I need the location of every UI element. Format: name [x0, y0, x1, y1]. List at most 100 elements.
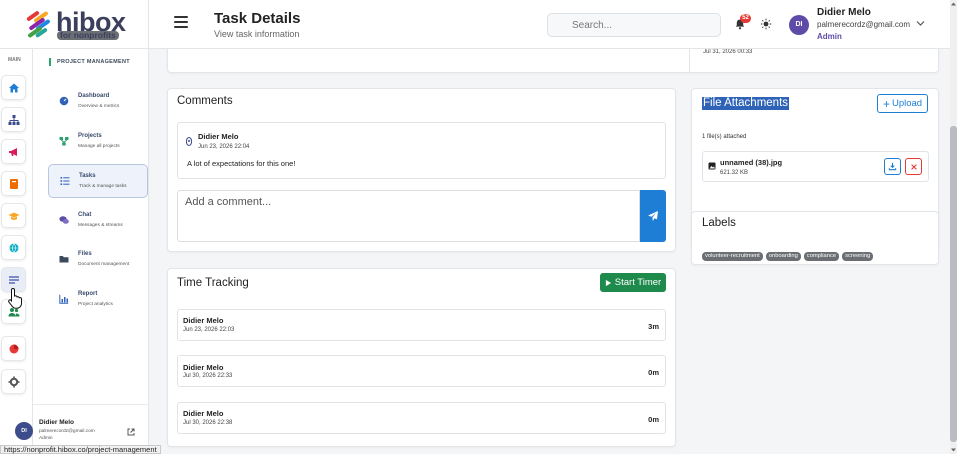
file-size: 621.32 KB — [720, 170, 749, 176]
sidebar-item-dashboard[interactable]: Dashboard Overview & metrics — [48, 85, 148, 119]
hibox-logo[interactable]: hibox for nonprofits — [22, 7, 132, 41]
sidebar-item-title: Chat — [78, 212, 92, 218]
time-entry-row: Didier Melo Jun 23, 2026 22:03 3m — [177, 309, 666, 341]
time-entry-row: Didier Melo Jul 30, 2026 22:38 0m — [177, 402, 666, 434]
rail-sitemap-button[interactable] — [1, 107, 26, 132]
download-icon — [888, 162, 897, 171]
external-link-icon[interactable] — [127, 428, 135, 436]
time-entry-date: Jun 23, 2026 22:03 — [183, 327, 235, 333]
file-attachments-title: File Attachments — [702, 97, 790, 110]
sidebar-item-tasks[interactable]: Tasks Track & manage tasks — [48, 164, 148, 198]
hamburger-menu-icon[interactable] — [174, 16, 188, 30]
delete-file-button[interactable] — [905, 158, 922, 175]
theme-toggle-icon[interactable] — [760, 18, 772, 30]
hand-cursor-icon — [8, 287, 22, 309]
time-tracking-title: Time Tracking — [177, 277, 249, 289]
time-entry-duration: 0m — [648, 415, 659, 424]
rail-library-button[interactable] — [1, 171, 26, 196]
footer-avatar[interactable]: DI — [15, 422, 33, 440]
scroll-down-arrow-icon[interactable] — [950, 446, 957, 454]
folder-icon — [59, 256, 69, 263]
time-tracking-card: Time Tracking Didier Melo Jun 23, 2026 2… — [167, 268, 676, 447]
kanban-icon — [8, 275, 19, 284]
footer-user-name: Didier Melo — [39, 419, 75, 426]
paper-plane-icon — [648, 211, 658, 221]
page-title: Task Details — [214, 10, 301, 27]
time-entry-user: Didier Melo — [183, 363, 224, 372]
sidebar-item-title: Files — [78, 251, 92, 257]
upload-button[interactable]: + Upload — [877, 94, 928, 113]
sidebar-item-files[interactable]: Files Document management — [48, 243, 148, 277]
label-tag: onboarding — [765, 252, 801, 261]
start-timer-label: Start Timer — [614, 277, 662, 288]
file-name[interactable]: unnamed (38).jpg — [720, 158, 782, 167]
label-list: volunteer-recruitment onboarding complianc… — [702, 244, 876, 262]
bar-chart-icon — [59, 294, 69, 304]
sidebar-item-subtitle: Messages & streams — [78, 223, 123, 228]
sidebar-item-title: Projects — [78, 133, 102, 139]
search-input[interactable] — [547, 13, 721, 37]
rail-settings-button[interactable] — [1, 369, 26, 394]
time-entry-user: Didier Melo — [183, 316, 224, 325]
time-entry-date: Jul 30, 2026 22:38 — [183, 420, 233, 426]
time-entry-duration: 0m — [648, 368, 659, 377]
checklist-icon — [60, 177, 70, 185]
labels-card: Labels volunteer-recruitment onboarding co… — [691, 211, 939, 265]
user-avatar[interactable]: DI — [789, 15, 809, 35]
label-tag: screening — [842, 252, 874, 261]
comment-author: Didier Melo — [198, 132, 239, 141]
rail-training-button[interactable] — [1, 203, 26, 228]
sidebar-item-chat[interactable]: Chat Messages & streams — [48, 204, 148, 238]
label-tag: compliance — [803, 252, 840, 261]
time-entry-row: Didier Melo Jul 30, 2026 22:33 0m — [177, 355, 666, 387]
globe-icon — [9, 242, 18, 253]
sidebar-item-subtitle: Manage all projects — [78, 144, 120, 149]
chevron-down-icon[interactable] — [916, 20, 925, 27]
comment-input[interactable] — [177, 190, 640, 242]
sidebar-item-subtitle: Project analytics — [78, 302, 113, 307]
rail-reports-button[interactable] — [1, 336, 26, 361]
start-timer-button[interactable]: Start Timer — [600, 273, 666, 292]
rail-campaigns-button[interactable] — [1, 139, 26, 164]
attachments-count: 1 file(s) attached — [702, 134, 747, 140]
sidebar-item-title: Report — [78, 291, 98, 297]
home-icon — [8, 83, 19, 92]
time-entry-date: Jul 30, 2026 22:33 — [183, 373, 233, 379]
gear-icon — [8, 376, 19, 387]
logo-tagline: for nonprofits — [57, 31, 119, 40]
scrollbar-thumb[interactable] — [950, 126, 957, 442]
sidebar-section-title: PROJECT MANAGEMENT — [49, 58, 130, 66]
plus-icon: + — [882, 96, 890, 111]
comment-item: Didier Melo Jun 23, 2026 22:04 A lot of … — [177, 122, 666, 179]
close-icon — [910, 163, 917, 170]
sitemap-icon — [8, 114, 19, 125]
footer-user-role: Admin — [39, 436, 53, 441]
notification-badge: 52 — [740, 14, 751, 23]
rail-home-button[interactable] — [1, 75, 26, 100]
time-entry-duration: 3m — [648, 322, 659, 331]
user-name: Didier Melo — [817, 7, 871, 18]
label-tag: volunteer-recruitment — [702, 252, 763, 261]
labels-title: Labels — [702, 217, 736, 229]
download-file-button[interactable] — [884, 158, 901, 175]
rail-section-label: MAIN — [8, 57, 21, 63]
sidebar-item-subtitle: Track & manage tasks — [79, 184, 127, 189]
sidebar-user-footer: DI Didier Melo palmerecordz@gmail.com Ad… — [15, 404, 149, 446]
sidebar-item-subtitle: Document management — [78, 262, 130, 267]
graduation-cap-icon — [8, 212, 19, 220]
chat-icon — [59, 216, 69, 224]
status-bar-url: https://nonprofit.hibox.co/project-manag… — [0, 445, 161, 454]
sidebar-item-title: Dashboard — [78, 93, 110, 99]
send-comment-button[interactable] — [640, 190, 666, 242]
project-sidebar: PROJECT MANAGEMENT Dashboard Overview & … — [15, 49, 149, 446]
book-icon — [9, 178, 18, 189]
main-content: Jul 31, 2026 00:33 Comments Didier Melo … — [149, 43, 950, 447]
sidebar-item-projects[interactable]: Projects Manage all projects — [48, 125, 148, 159]
sidebar-item-title: Tasks — [79, 173, 96, 179]
scroll-up-arrow-icon[interactable] — [950, 0, 957, 8]
activity-timestamp: Jul 31, 2026 00:33 — [703, 49, 753, 55]
comment-text: A lot of expectations for this one! — [187, 159, 296, 168]
file-item: unnamed (38).jpg 621.32 KB — [702, 151, 929, 182]
sidebar-item-report[interactable]: Report Project analytics — [48, 283, 148, 317]
rail-global-button[interactable] — [1, 235, 26, 260]
